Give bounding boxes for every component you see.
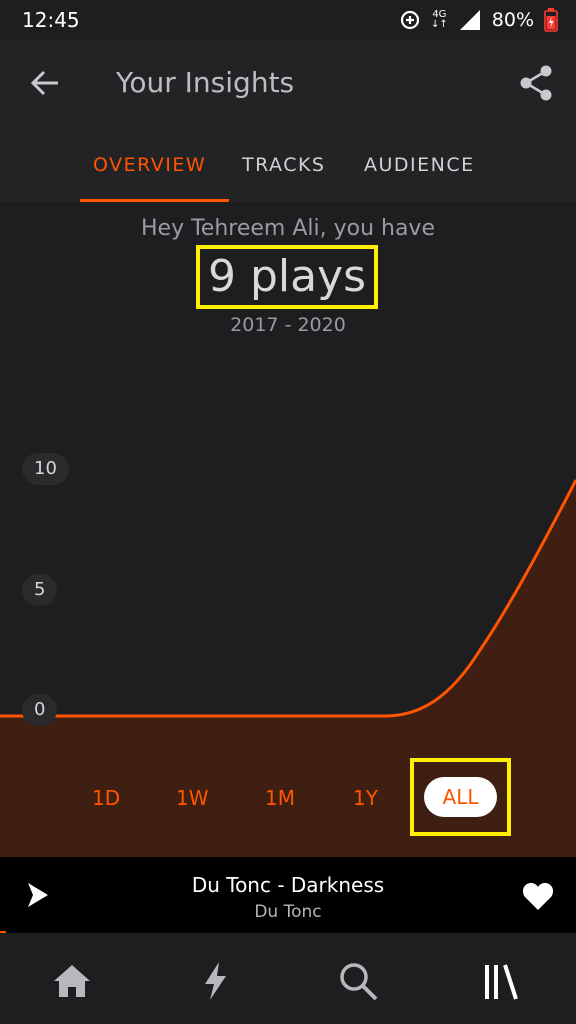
status-bar: 12:45 4G ↓↑ 80% xyxy=(0,0,576,40)
track-title: Du Tonc - Darkness xyxy=(191,873,385,897)
insights-tabs: OVERVIEW TRACKS AUDIENCE xyxy=(0,148,576,202)
period-all[interactable]: ALL xyxy=(424,777,497,817)
y-tick-10: 10 xyxy=(22,453,69,485)
plays-count: 9 plays xyxy=(196,245,378,309)
playback-progress xyxy=(0,931,6,933)
network-arrows-icon: ↓↑ xyxy=(431,19,448,30)
network-indicator: 4G ↓↑ xyxy=(431,10,448,30)
date-range: 2017 - 2020 xyxy=(230,314,346,336)
stream-icon[interactable] xyxy=(193,959,237,1003)
library-icon[interactable] xyxy=(480,959,524,1003)
mini-player[interactable]: Du Tonc - Darkness Du Tonc xyxy=(0,857,576,933)
heart-icon[interactable] xyxy=(522,881,554,911)
period-1d[interactable]: 1D xyxy=(92,786,120,810)
y-tick-0: 0 xyxy=(22,694,58,726)
battery-percent: 80% xyxy=(491,9,534,31)
y-tick-5: 5 xyxy=(22,574,58,606)
bottom-navigation xyxy=(0,935,576,1024)
share-icon[interactable] xyxy=(518,64,554,102)
period-1y[interactable]: 1Y xyxy=(353,786,378,810)
tab-audience[interactable]: AUDIENCE xyxy=(364,154,475,176)
signal-icon xyxy=(459,10,480,30)
active-tab-indicator xyxy=(80,199,229,202)
home-icon[interactable] xyxy=(50,959,94,1003)
search-icon[interactable] xyxy=(336,959,380,1003)
battery-icon xyxy=(544,8,558,32)
period-1m[interactable]: 1M xyxy=(265,786,295,810)
greeting-text: Hey Tehreem Ali, you have xyxy=(141,216,435,241)
status-icons: 4G ↓↑ 80% xyxy=(399,6,558,34)
period-selector: 1D 1W 1M 1Y ALL xyxy=(0,758,576,836)
status-time: 12:45 xyxy=(22,8,80,32)
data-saver-icon xyxy=(400,10,420,30)
back-arrow-icon[interactable] xyxy=(28,66,62,100)
tab-tracks[interactable]: TRACKS xyxy=(242,154,326,176)
page-title: Your Insights xyxy=(116,66,295,99)
highlight-box: ALL xyxy=(410,758,511,836)
track-artist: Du Tonc xyxy=(254,902,322,922)
period-1w[interactable]: 1W xyxy=(176,786,209,810)
tab-overview[interactable]: OVERVIEW xyxy=(93,154,206,176)
insights-header: Your Insights OVERVIEW TRACKS AUDIENCE xyxy=(0,40,576,202)
